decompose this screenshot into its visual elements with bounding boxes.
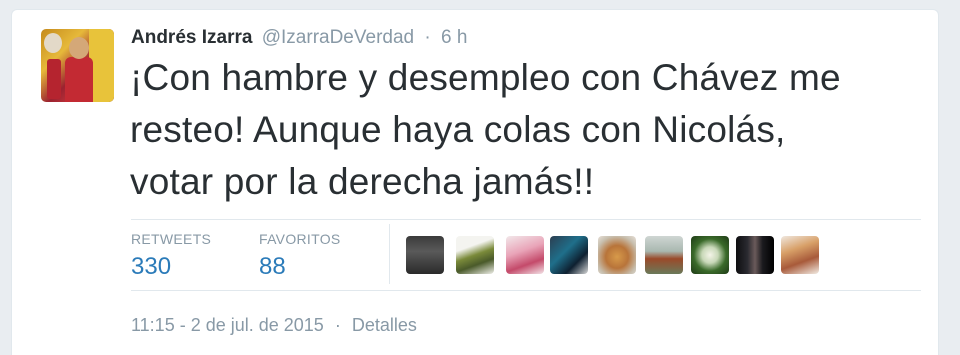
retweets-stat[interactable]: RETWEETS 330 [131,230,211,282]
tweet-time[interactable]: 6 h [441,27,467,48]
favorites-count[interactable]: 88 [259,252,341,282]
tweet-footer: 11:15 - 2 de jul. de 2015 · Detalles [131,315,417,336]
stats-bottom-divider [131,290,921,291]
favorites-label: FAVORITOS [259,231,341,247]
user-avatar-4-icon[interactable] [550,236,588,274]
user-avatar-6-icon[interactable] [645,236,683,274]
retweets-label: RETWEETS [131,231,212,247]
footer-separator: · [334,315,341,335]
stats-separator [389,224,390,284]
tweet-text-line: resteo! Aunque haya colas con Nicolás, [130,109,786,150]
tweet-text-line: votar por la derecha jamás!! [130,161,595,202]
tweet-text: ¡Con hambre y desempleo con Chávez me re… [130,52,930,208]
user-avatar-3-icon[interactable] [506,236,544,274]
author-avatar[interactable] [41,29,114,102]
author-name[interactable]: Andrés Izarra [131,27,252,48]
user-avatar-1-icon[interactable] [406,236,444,274]
user-avatar-9-icon[interactable] [781,236,819,274]
tweet-text-line: ¡Con hambre y desempleo con Chávez me [130,57,841,98]
details-link[interactable]: Detalles [352,315,417,335]
user-avatar-7-icon[interactable] [691,236,729,274]
stats-top-divider [131,219,921,220]
user-avatar-8-icon[interactable] [736,236,774,274]
user-avatar-5-icon[interactable] [598,236,636,274]
header-separator: · [424,27,431,48]
retweets-count[interactable]: 330 [131,252,211,282]
author-handle[interactable]: @IzarraDeVerdad [262,27,414,48]
tweet-timestamp[interactable]: 11:15 - 2 de jul. de 2015 [131,315,324,335]
tweet-card: Andrés Izarra @IzarraDeVerdad · 6 h ¡Con… [11,9,939,355]
user-avatar-2-icon[interactable] [456,236,494,274]
tweet-header: Andrés Izarra @IzarraDeVerdad · 6 h [131,26,467,50]
favorites-stat[interactable]: FAVORITOS 88 [259,230,341,282]
